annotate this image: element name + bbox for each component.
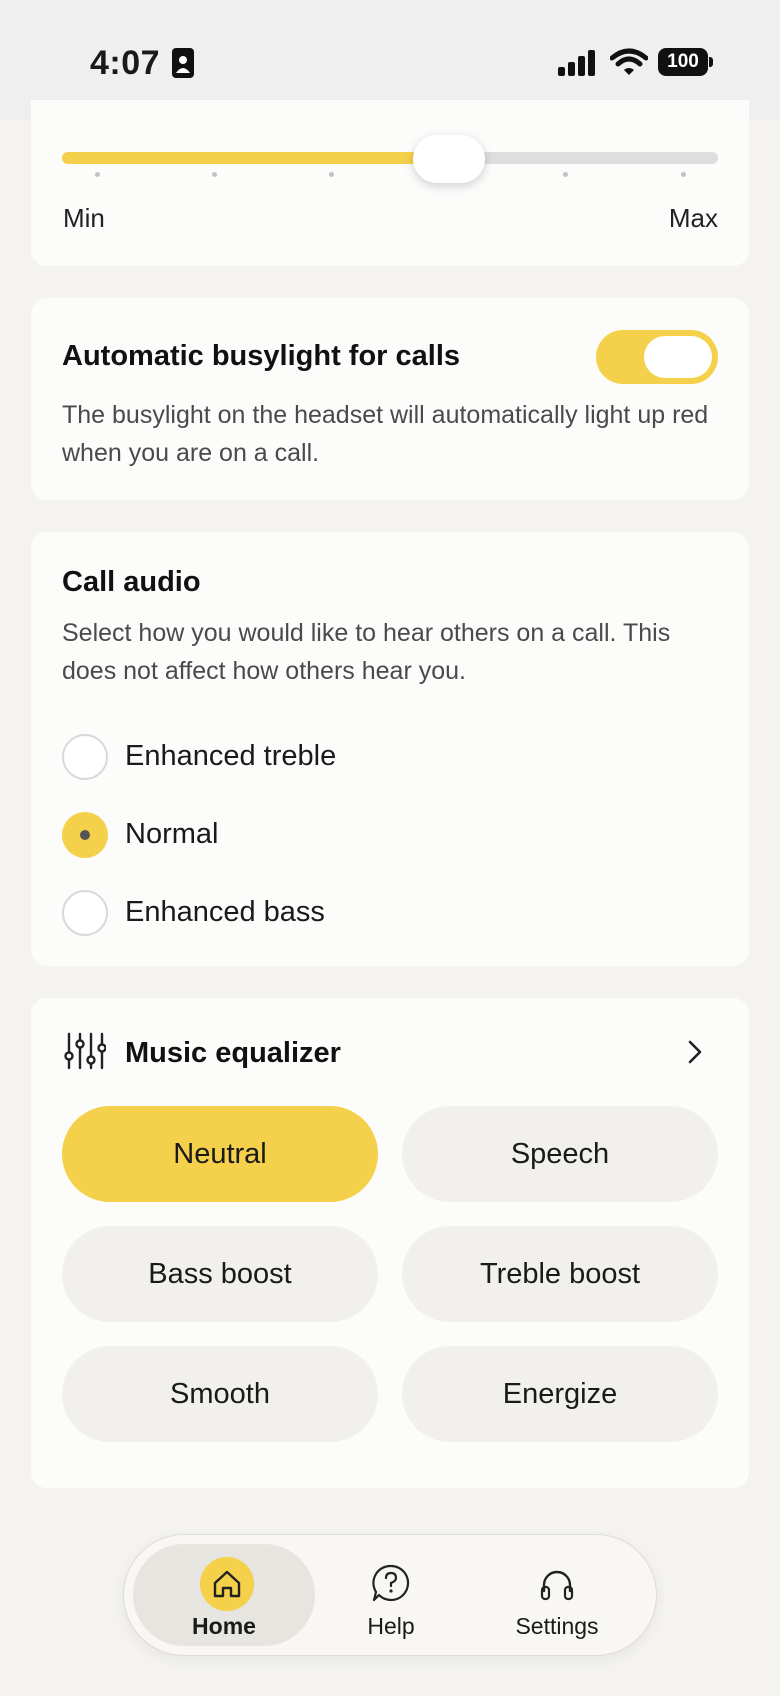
eq-preset-energize[interactable]: Energize [402,1346,718,1442]
nav-label-settings: Settings [515,1613,599,1639]
radio-button[interactable] [62,734,108,780]
toggle-knob [644,336,712,378]
slider-track[interactable] [62,152,718,164]
call-audio-title: Call audio [62,566,201,598]
radio-button[interactable] [62,890,108,936]
app-screen: 4:07 100 Min Max Automatic busylight for… [0,0,780,1696]
eq-preset-neutral[interactable]: Neutral [62,1106,378,1202]
slider-step-mark [211,172,217,177]
busylight-toggle[interactable] [596,330,718,384]
headset-icon [540,1570,574,1601]
slider-thumb[interactable] [413,135,486,183]
home-icon [213,1570,241,1598]
slider-step-mark [680,172,686,177]
radio-button[interactable] [62,812,108,858]
nav-item-home[interactable]: Home [144,1535,304,1655]
nav-item-settings[interactable]: Settings [477,1535,637,1655]
contact-card-icon [172,48,194,78]
nav-label-home: Home [192,1613,256,1639]
radio-label: Normal [125,818,219,850]
battery-indicator: 100 [658,48,708,76]
radio-label: Enhanced bass [125,896,325,928]
eq-preset-smooth[interactable]: Smooth [62,1346,378,1442]
eq-preset-bass-boost[interactable]: Bass boost [62,1226,378,1322]
busylight-title: Automatic busylight for calls [62,340,460,372]
slider-step-mark [328,172,334,177]
status-time: 4:07 [90,44,161,82]
wifi-icon [610,48,648,75]
radio-label: Enhanced treble [125,740,337,772]
nav-item-help[interactable]: Help [311,1535,471,1655]
sidetone-slider-card [31,100,749,266]
radio-enhanced-bass[interactable]: Enhanced bass [62,890,682,936]
call-audio-description: Select how you would like to hear others… [62,619,671,685]
chevron-right-icon[interactable] [684,1038,706,1066]
equalizer-sliders-icon [64,1032,106,1070]
radio-enhanced-treble[interactable]: Enhanced treble [62,734,682,780]
battery-tip [709,57,713,67]
slider-max-label: Max [668,203,718,233]
slider-fill [62,152,450,164]
nav-label-help: Help [367,1613,415,1639]
bottom-navigation: Home Help Settings [123,1534,657,1656]
eq-preset-speech[interactable]: Speech [402,1106,718,1202]
eq-preset-treble-boost[interactable]: Treble boost [402,1226,718,1322]
radio-normal[interactable]: Normal [62,812,682,858]
slider-min-label: Min [63,203,105,233]
help-bubble-icon [372,1564,410,1602]
busylight-description: The busylight on the headset will automa… [62,401,709,467]
cellular-signal-icon [558,50,595,76]
slider-step-mark [94,172,100,177]
music-equalizer-title: Music equalizer [125,1037,341,1069]
